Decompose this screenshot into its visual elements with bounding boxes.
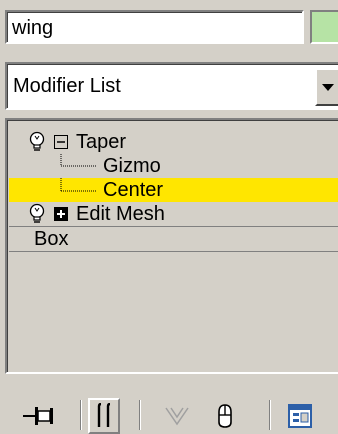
configure-modifier-sets-icon bbox=[288, 404, 312, 428]
remove-modifier-button[interactable] bbox=[208, 398, 242, 434]
toolbar-separator bbox=[139, 400, 141, 430]
object-name-field[interactable]: wing bbox=[5, 10, 304, 44]
configure-modifier-sets-button[interactable] bbox=[283, 398, 317, 434]
collapse-icon[interactable] bbox=[54, 135, 68, 149]
modifier-list-dropdown[interactable]: Modifier List bbox=[5, 62, 338, 110]
make-unique-button[interactable] bbox=[160, 398, 194, 434]
stack-item-label: Edit Mesh bbox=[76, 203, 165, 225]
tree-connector-icon bbox=[60, 178, 97, 192]
dropdown-arrow-icon bbox=[322, 84, 334, 91]
remove-modifier-icon bbox=[218, 404, 232, 428]
modifier-list-label: Modifier List bbox=[13, 75, 121, 97]
expand-icon[interactable] bbox=[54, 207, 68, 221]
stack-item-taper[interactable]: Taper bbox=[9, 130, 338, 154]
object-name-value: wing bbox=[12, 17, 54, 39]
pin-stack-button[interactable] bbox=[18, 398, 58, 434]
toolbar-separator bbox=[80, 400, 82, 430]
stack-item-box[interactable]: Box bbox=[9, 227, 338, 252]
toolbar-separator bbox=[269, 400, 271, 430]
modifier-stack[interactable]: Taper Gizmo Center Edit Mesh Box bbox=[5, 118, 338, 374]
modifier-list-dropdown-button[interactable] bbox=[315, 68, 338, 106]
object-color-swatch[interactable] bbox=[310, 10, 338, 44]
stack-item-label: Center bbox=[103, 179, 164, 201]
stack-item-center[interactable]: Center bbox=[9, 178, 338, 202]
lightbulb-icon[interactable] bbox=[27, 131, 47, 153]
tree-connector-icon bbox=[60, 154, 97, 167]
stack-item-label: Taper bbox=[76, 131, 127, 153]
stack-item-label: Gizmo bbox=[103, 155, 161, 177]
pin-stack-icon bbox=[23, 407, 53, 425]
stack-item-edit-mesh[interactable]: Edit Mesh bbox=[9, 202, 338, 227]
stack-item-label: Box bbox=[34, 228, 69, 250]
show-end-result-icon bbox=[97, 403, 111, 427]
lightbulb-icon[interactable] bbox=[27, 203, 47, 225]
stack-item-gizmo[interactable]: Gizmo bbox=[9, 154, 338, 178]
make-unique-icon bbox=[165, 407, 189, 426]
show-end-result-button[interactable] bbox=[88, 398, 120, 434]
